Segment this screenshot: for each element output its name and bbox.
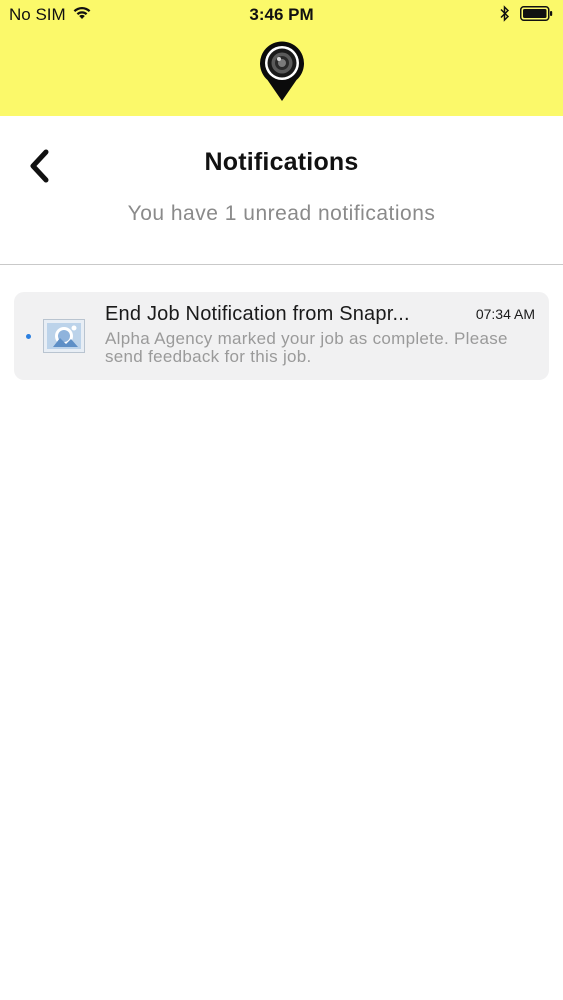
notifications-header: Notifications You have 1 unread notifica…	[0, 116, 563, 265]
location-pin-camera-logo	[258, 40, 306, 102]
unread-count-text: You have 1 unread notifications	[127, 202, 436, 225]
bluetooth-icon	[500, 5, 510, 27]
notification-card[interactable]: End Job Notification from Snapr... 07:34…	[14, 292, 549, 380]
status-bar: No SIM 3:46 PM	[0, 0, 563, 32]
page-title: Notifications	[204, 148, 359, 176]
image-thumbnail-icon	[43, 319, 85, 353]
notification-time: 07:34 AM	[475, 306, 535, 322]
notification-body: Alpha Agency marked your job as complete…	[105, 329, 508, 366]
unread-indicator-dot	[26, 334, 31, 339]
clock: 3:46 PM	[249, 5, 314, 24]
notification-title: End Job Notification from Snapr...	[105, 303, 410, 325]
app-top-bar: No SIM 3:46 PM	[0, 0, 563, 116]
status-right-icons	[500, 5, 553, 27]
battery-icon	[520, 6, 553, 26]
